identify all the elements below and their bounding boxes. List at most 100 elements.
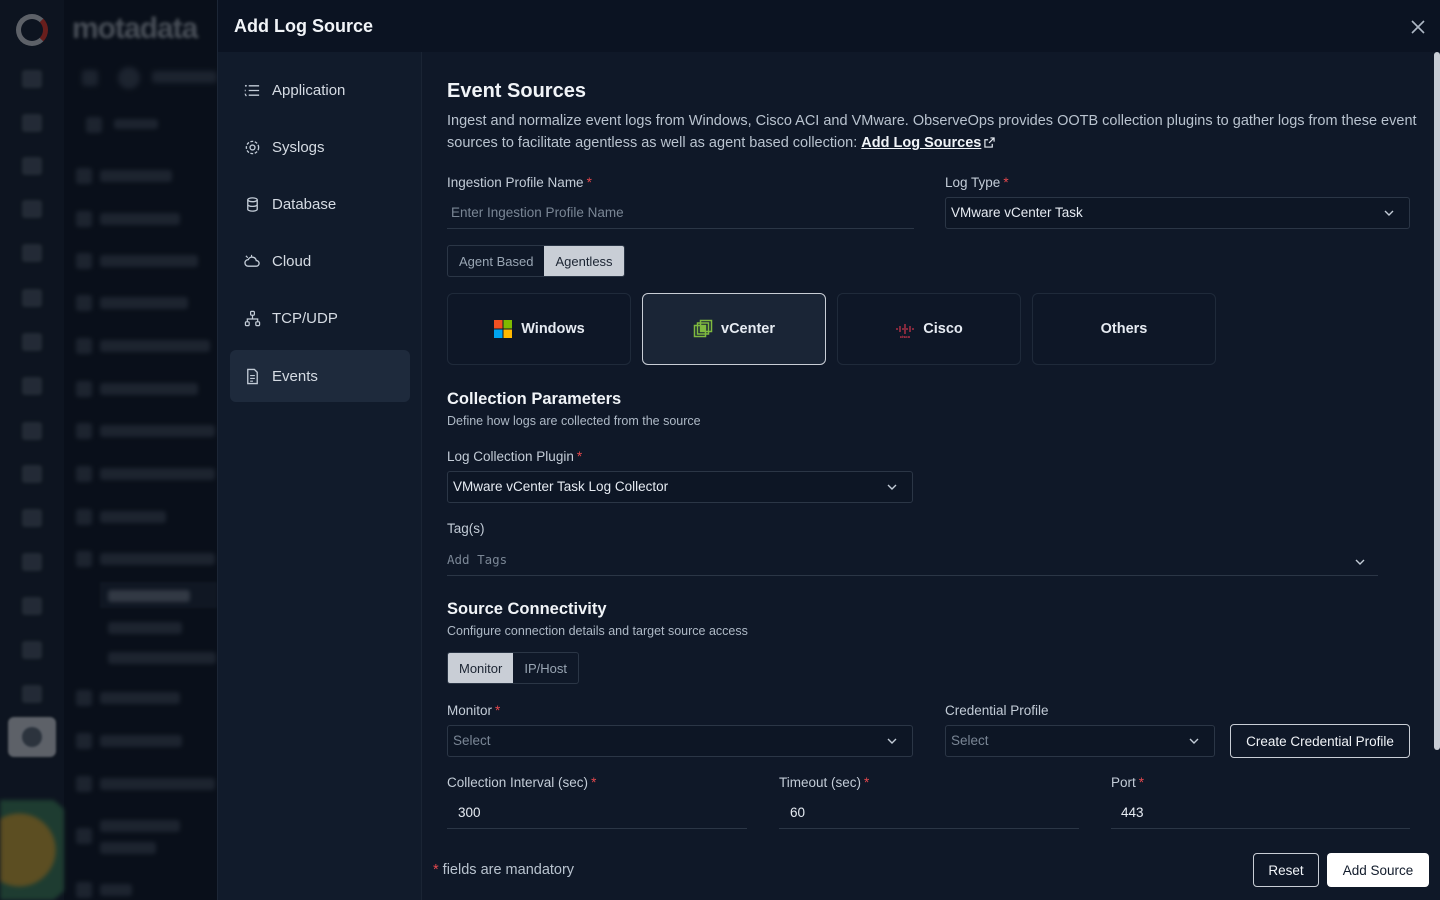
chevron-down-icon bbox=[886, 735, 898, 747]
source-connectivity-subtitle: Configure connection details and target … bbox=[447, 624, 748, 638]
card-label: Others bbox=[1100, 321, 1148, 337]
nav-label: Syslogs bbox=[272, 138, 325, 156]
log-collection-plugin-select[interactable]: VMware vCenter Task Log Collector bbox=[447, 471, 913, 503]
log-type-select[interactable]: VMware vCenter Task bbox=[945, 197, 1410, 229]
add-log-sources-link[interactable]: Add Log Sources bbox=[861, 135, 996, 151]
nav-label: Database bbox=[272, 195, 337, 213]
credential-profile-select[interactable]: Select bbox=[945, 725, 1215, 757]
source-card-cisco[interactable]: cisco Cisco bbox=[837, 293, 1021, 365]
card-label: vCenter bbox=[721, 321, 775, 337]
drawer-title: Add Log Source bbox=[234, 16, 373, 36]
select-placeholder: Select bbox=[453, 733, 491, 748]
label-text: Port bbox=[1111, 775, 1136, 790]
drawer-header: Add Log Source bbox=[218, 0, 1440, 52]
chevron-down-icon bbox=[1383, 207, 1395, 219]
section-title-event-sources: Event Sources bbox=[447, 80, 586, 102]
source-card-windows[interactable]: Windows bbox=[447, 293, 631, 365]
collection-interval-label: Collection Interval (sec) * bbox=[447, 775, 596, 790]
card-label: Windows bbox=[521, 321, 585, 337]
nav-label: Cloud bbox=[272, 252, 312, 270]
select-placeholder: Select bbox=[951, 733, 989, 748]
nav-item-cloud[interactable]: Cloud bbox=[230, 235, 410, 287]
list-icon bbox=[243, 81, 261, 99]
windows-icon bbox=[494, 320, 513, 338]
label-text: Collection Interval (sec) bbox=[447, 775, 589, 790]
label-text: Timeout (sec) bbox=[779, 775, 862, 790]
vcenter-icon bbox=[693, 319, 713, 338]
ingestion-profile-label: Ingestion Profile Name * bbox=[447, 175, 592, 190]
nav-item-tcp-udp[interactable]: TCP/UDP bbox=[230, 292, 410, 344]
reset-button[interactable]: Reset bbox=[1253, 853, 1319, 887]
scrollbar[interactable] bbox=[1434, 52, 1440, 750]
add-log-source-drawer: Add Log Source Application Syslogs Datab… bbox=[217, 0, 1440, 900]
create-credential-profile-button[interactable]: Create Credential Profile bbox=[1230, 724, 1410, 758]
required-asterisk: * bbox=[576, 449, 583, 464]
tags-label: Tag(s) bbox=[447, 521, 485, 536]
monitor-select[interactable]: Select bbox=[447, 725, 913, 757]
nav-item-events[interactable]: Events bbox=[230, 350, 410, 402]
plugin-label: Log Collection Plugin * bbox=[447, 449, 582, 464]
chevron-down-icon bbox=[1188, 735, 1200, 747]
monitor-label: Monitor * bbox=[447, 703, 500, 718]
agent-based-option[interactable]: Agent Based bbox=[448, 246, 544, 276]
port-label: Port * bbox=[1111, 775, 1144, 790]
label-text: Ingestion Profile Name bbox=[447, 175, 584, 190]
required-asterisk: * bbox=[864, 775, 870, 790]
link-label: Add Log Sources bbox=[861, 135, 982, 151]
external-link-icon bbox=[984, 137, 996, 148]
source-card-vcenter[interactable]: vCenter bbox=[642, 293, 826, 365]
nav-item-syslogs[interactable]: Syslogs bbox=[230, 121, 410, 173]
required-asterisk: * bbox=[586, 175, 592, 190]
database-icon bbox=[243, 195, 261, 213]
nav-item-application[interactable]: Application bbox=[230, 64, 410, 116]
label-text: Log Type bbox=[945, 175, 1001, 190]
source-card-others[interactable]: Others bbox=[1032, 293, 1216, 365]
ip-host-option[interactable]: IP/Host bbox=[513, 653, 578, 683]
mandatory-text: fields are mandatory bbox=[438, 862, 575, 878]
collection-interval-input[interactable]: 300 bbox=[447, 797, 747, 829]
svg-text:cisco: cisco bbox=[900, 334, 911, 339]
cisco-icon: cisco bbox=[896, 324, 914, 339]
target-mode-toggle: Monitor IP/Host bbox=[447, 652, 579, 684]
nav-item-database[interactable]: Database bbox=[230, 178, 410, 230]
collection-parameters-subtitle: Define how logs are collected from the s… bbox=[447, 414, 701, 428]
section-title-collection-parameters: Collection Parameters bbox=[447, 390, 622, 408]
log-type-label: Log Type * bbox=[945, 175, 1009, 190]
tags-input[interactable]: Add Tags bbox=[447, 544, 1378, 576]
label-text: Monitor bbox=[447, 703, 493, 718]
event-sources-form: Event Sources Ingest and normalize event… bbox=[423, 52, 1431, 900]
timeout-input[interactable]: 60 bbox=[779, 797, 1079, 829]
select-value: VMware vCenter Task bbox=[951, 205, 1083, 220]
modal-overlay[interactable] bbox=[0, 0, 217, 900]
section-title-source-connectivity: Source Connectivity bbox=[447, 600, 607, 618]
required-asterisk: * bbox=[1003, 175, 1009, 190]
network-icon bbox=[243, 309, 261, 327]
cloud-icon bbox=[243, 252, 261, 270]
monitor-option[interactable]: Monitor bbox=[448, 653, 514, 683]
required-asterisk: * bbox=[495, 703, 501, 718]
credential-profile-label: Credential Profile bbox=[945, 703, 1049, 718]
agentless-option[interactable]: Agentless bbox=[544, 246, 624, 276]
ingestion-profile-input[interactable]: Enter Ingestion Profile Name bbox=[447, 197, 914, 229]
tags-placeholder: Add Tags bbox=[447, 552, 508, 567]
port-input[interactable]: 443 bbox=[1111, 797, 1410, 829]
nav-label: Events bbox=[272, 367, 318, 385]
event-sources-description: Ingest and normalize event logs from Win… bbox=[447, 110, 1417, 154]
add-source-button[interactable]: Add Source bbox=[1327, 853, 1429, 887]
document-icon bbox=[243, 367, 261, 385]
nav-label: Application bbox=[272, 81, 346, 99]
required-asterisk: * bbox=[591, 775, 597, 790]
chevron-down-icon bbox=[886, 481, 898, 493]
chevron-down-icon[interactable] bbox=[1354, 556, 1366, 568]
collection-mode-toggle: Agent Based Agentless bbox=[447, 245, 625, 277]
mandatory-note: * fields are mandatory bbox=[433, 862, 574, 878]
source-category-nav: Application Syslogs Database Cloud TCP/U… bbox=[218, 52, 422, 900]
nav-label: TCP/UDP bbox=[272, 309, 338, 327]
card-label: Cisco bbox=[923, 321, 963, 337]
close-icon[interactable] bbox=[1409, 18, 1427, 36]
required-asterisk: * bbox=[1138, 775, 1145, 790]
gear-icon bbox=[243, 138, 261, 156]
select-value: VMware vCenter Task Log Collector bbox=[453, 479, 669, 494]
label-text: Log Collection Plugin bbox=[447, 449, 574, 464]
timeout-label: Timeout (sec) * bbox=[779, 775, 869, 790]
